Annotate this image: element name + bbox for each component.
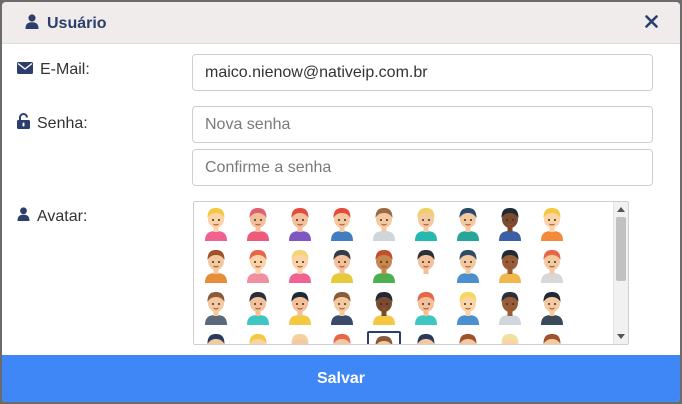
avatar-option[interactable] — [367, 205, 401, 243]
avatar-option[interactable] — [241, 289, 275, 327]
avatar-option[interactable] — [325, 247, 359, 285]
email-label-row: E-Mail: — [17, 61, 90, 79]
user-icon — [17, 207, 30, 226]
new-password-field[interactable] — [192, 106, 653, 143]
envelope-icon — [17, 61, 33, 79]
avatar-option[interactable] — [325, 205, 359, 243]
avatar-option[interactable] — [241, 331, 275, 344]
password-label: Senha: — [37, 114, 88, 132]
scroll-up-arrow-icon[interactable] — [617, 207, 625, 212]
scroll-down-arrow-icon[interactable] — [617, 334, 625, 339]
avatar-option[interactable] — [199, 205, 233, 243]
avatar-option[interactable] — [199, 247, 233, 285]
avatar-option[interactable] — [493, 289, 527, 327]
modal-title-wrap: Usuário — [25, 14, 107, 34]
avatar-option[interactable] — [451, 331, 485, 344]
scroll-thumb[interactable] — [616, 217, 626, 281]
avatar-option[interactable] — [535, 247, 569, 285]
avatar-option[interactable] — [283, 331, 317, 344]
avatar-picker[interactable] — [193, 201, 629, 345]
avatar-option[interactable] — [409, 289, 443, 327]
avatar-option[interactable] — [241, 205, 275, 243]
avatar-option[interactable] — [451, 205, 485, 243]
close-icon[interactable] — [645, 11, 658, 33]
avatar-label: Avatar: — [37, 207, 88, 225]
avatar-scrollbar[interactable] — [613, 202, 628, 344]
avatar-option[interactable] — [493, 205, 527, 243]
avatar-option[interactable] — [367, 331, 401, 344]
avatar-option[interactable] — [409, 331, 443, 344]
password-label-row: Senha: — [17, 113, 88, 134]
avatar-label-row: Avatar: — [17, 207, 87, 226]
avatar-option[interactable] — [451, 247, 485, 285]
avatar-option[interactable] — [451, 289, 485, 327]
avatar-option[interactable] — [283, 289, 317, 327]
email-label: E-Mail: — [40, 61, 90, 78]
avatar-option[interactable] — [325, 289, 359, 327]
avatar-option[interactable] — [409, 205, 443, 243]
user-icon — [25, 14, 39, 34]
avatar-option[interactable] — [493, 331, 527, 344]
avatar-option[interactable] — [493, 247, 527, 285]
avatar-option[interactable] — [199, 289, 233, 327]
avatar-option[interactable] — [535, 205, 569, 243]
avatar-option[interactable] — [325, 331, 359, 344]
avatar-option[interactable] — [409, 247, 443, 285]
confirm-password-field[interactable] — [192, 149, 653, 186]
avatar-option[interactable] — [241, 247, 275, 285]
modal-title: Usuário — [47, 15, 107, 32]
avatar-option[interactable] — [535, 289, 569, 327]
user-modal: Usuário E-Mail: Senha: Avatar: Salva — [2, 2, 680, 402]
email-field[interactable] — [192, 54, 653, 91]
unlock-icon — [17, 113, 30, 134]
avatar-option[interactable] — [283, 247, 317, 285]
avatar-option[interactable] — [367, 289, 401, 327]
avatar-option[interactable] — [283, 205, 317, 243]
avatar-option[interactable] — [199, 331, 233, 344]
save-button[interactable]: Salvar — [2, 355, 680, 402]
avatar-option[interactable] — [367, 247, 401, 285]
modal-header: Usuário — [2, 2, 680, 44]
avatar-option[interactable] — [535, 331, 569, 344]
